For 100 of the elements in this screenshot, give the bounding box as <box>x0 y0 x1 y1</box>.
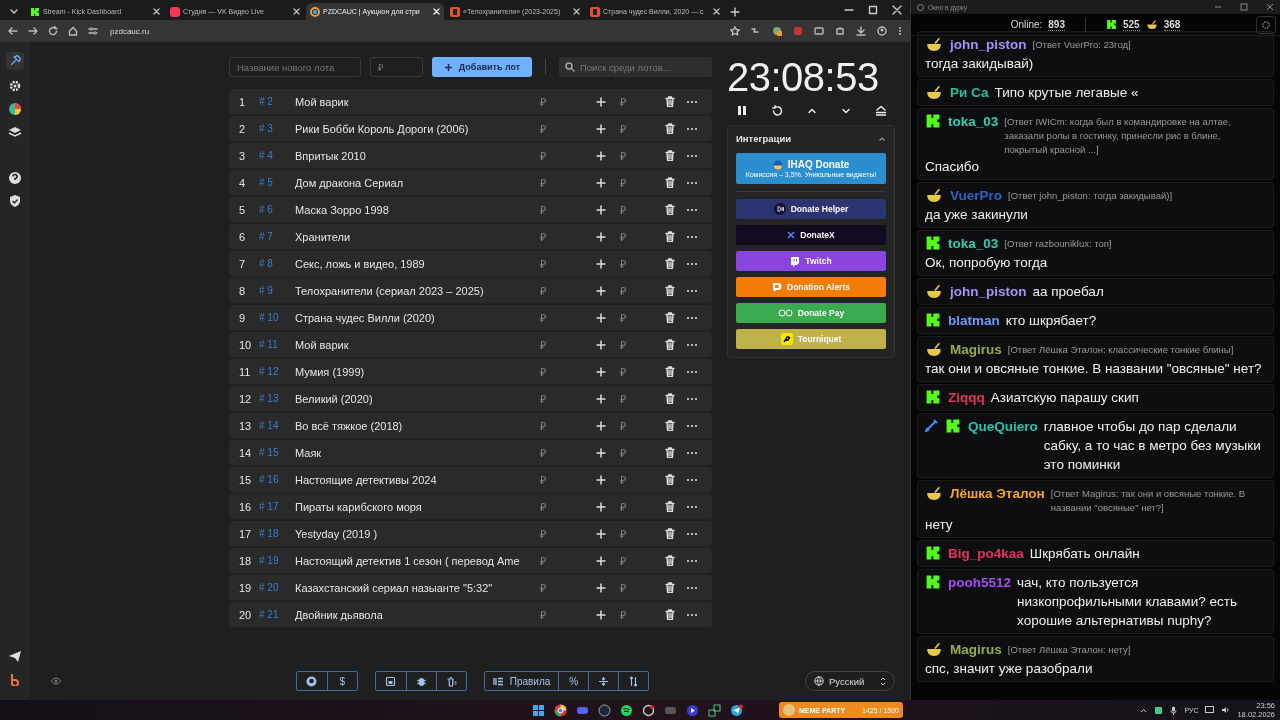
username[interactable]: toka_03 <box>948 112 999 131</box>
username[interactable]: Magirus <box>950 640 1002 659</box>
lot-name[interactable]: Настоящие детективы 2024 <box>295 473 536 486</box>
reload-icon[interactable] <box>48 26 58 36</box>
star-icon[interactable] <box>730 26 740 36</box>
monitor-icon[interactable] <box>1205 706 1215 714</box>
username[interactable]: john_piston <box>950 35 1027 54</box>
percent-button[interactable]: % <box>558 672 589 690</box>
trash-icon[interactable] <box>665 177 675 188</box>
more-icon[interactable] <box>686 369 698 374</box>
media-icon[interactable] <box>814 26 824 36</box>
donation-service-button[interactable]: Donate Helper <box>736 199 886 219</box>
trash-icon[interactable] <box>665 204 675 215</box>
trash-icon[interactable] <box>665 582 675 593</box>
plus-icon[interactable] <box>596 312 606 323</box>
trash-icon[interactable] <box>665 366 675 377</box>
username[interactable]: Big_po4kaa <box>948 544 1024 563</box>
restart-icon[interactable] <box>771 104 783 117</box>
pie-chart-icon[interactable] <box>8 102 22 116</box>
site-info-icon[interactable] <box>88 26 98 36</box>
amount-field[interactable]: ₽ <box>610 580 660 595</box>
lot-name[interactable]: Маяк <box>295 446 536 459</box>
more-icon[interactable] <box>686 234 698 239</box>
close-icon[interactable] <box>573 8 580 15</box>
more-icon[interactable] <box>686 423 698 428</box>
start-icon[interactable] <box>532 703 545 717</box>
lot-name[interactable]: Пираты карибского моря <box>295 500 536 513</box>
amount-field[interactable]: ₽ <box>610 364 660 379</box>
more-icon[interactable] <box>686 180 698 185</box>
more-icon[interactable] <box>686 288 698 293</box>
hammer-icon[interactable] <box>6 52 24 70</box>
plus-icon[interactable] <box>596 258 606 269</box>
username[interactable]: Magirus <box>950 340 1002 359</box>
app-icon[interactable] <box>642 703 655 717</box>
maximize-icon[interactable] <box>868 5 878 15</box>
close-icon[interactable] <box>293 8 300 15</box>
lot-name[interactable]: Мой варик <box>295 338 536 351</box>
more-icon[interactable] <box>686 585 698 590</box>
amount-field[interactable]: ₽ <box>610 553 660 568</box>
lot-name[interactable]: Двойник дьявола <box>295 608 536 621</box>
eye-icon[interactable] <box>50 677 62 685</box>
player-app-icon[interactable] <box>686 703 699 717</box>
plus-icon[interactable] <box>596 420 606 431</box>
trash-icon[interactable] <box>665 285 675 296</box>
username[interactable]: pooh5512 <box>948 573 1012 592</box>
plus-icon[interactable] <box>596 501 606 512</box>
plus-icon[interactable] <box>596 555 606 566</box>
pause-icon[interactable] <box>737 105 747 116</box>
trash-icon[interactable] <box>665 528 675 539</box>
language-select[interactable]: Русский <box>805 671 895 691</box>
trash-icon[interactable] <box>665 312 675 323</box>
shield-icon[interactable] <box>8 194 22 208</box>
help-icon[interactable] <box>8 171 22 185</box>
lot-name[interactable]: Казахстанский сериал назыанте "5:32" <box>295 581 536 594</box>
username[interactable]: toka_03 <box>948 234 999 253</box>
extension-icon[interactable] <box>772 26 782 36</box>
more-icon[interactable] <box>686 153 698 158</box>
donate-button[interactable]: $ <box>326 672 357 690</box>
plus-icon[interactable] <box>596 231 606 242</box>
menu-icon[interactable] <box>898 26 902 36</box>
amount-field[interactable]: ₽ <box>610 499 660 514</box>
trash-icon[interactable] <box>665 339 675 350</box>
trash-icon[interactable] <box>665 420 675 431</box>
trash-icon[interactable] <box>665 447 675 458</box>
close-icon[interactable] <box>713 8 720 15</box>
more-icon[interactable] <box>686 315 698 320</box>
plus-icon[interactable] <box>596 150 606 161</box>
trash-icon[interactable] <box>665 231 675 242</box>
puzzle-icon[interactable] <box>835 26 845 36</box>
back-icon[interactable] <box>8 26 18 36</box>
username[interactable]: john_piston <box>950 282 1027 301</box>
amount-field[interactable]: ₽ <box>610 148 660 163</box>
trash-icon[interactable] <box>665 609 675 620</box>
more-icon[interactable] <box>686 531 698 536</box>
plus-icon[interactable] <box>596 177 606 188</box>
more-icon[interactable] <box>686 612 698 617</box>
add-lot-button[interactable]: Добавить лот <box>432 57 533 77</box>
more-icon[interactable] <box>686 450 698 455</box>
amount-field[interactable]: ₽ <box>610 283 660 298</box>
donation-service-button[interactable]: DonateX <box>736 225 886 245</box>
logo-icon[interactable] <box>8 672 22 686</box>
username[interactable]: QueQuiero <box>968 417 1038 436</box>
trash-icon[interactable] <box>665 393 675 404</box>
lot-name[interactable]: Маска Зорро 1998 <box>295 203 536 216</box>
extension-icon[interactable] <box>751 26 761 36</box>
username[interactable]: Ри Са <box>950 83 989 102</box>
lot-name[interactable]: Мумия (1999) <box>295 365 536 378</box>
app-icon[interactable] <box>1154 705 1164 715</box>
browser-icon[interactable] <box>554 703 567 717</box>
new-tab-icon[interactable] <box>730 7 740 17</box>
forward-icon[interactable] <box>28 26 38 36</box>
lot-name[interactable]: Yestyday (2019 ) <box>295 527 536 540</box>
lot-name[interactable]: Хранители <box>295 230 536 243</box>
plus-icon[interactable] <box>596 528 606 539</box>
close-icon[interactable] <box>1266 3 1274 11</box>
amount-field[interactable]: ₽ <box>610 94 660 109</box>
more-icon[interactable] <box>686 261 698 266</box>
amount-field[interactable]: ₽ <box>610 310 660 325</box>
plus-icon[interactable] <box>596 447 606 458</box>
more-icon[interactable] <box>686 126 698 131</box>
